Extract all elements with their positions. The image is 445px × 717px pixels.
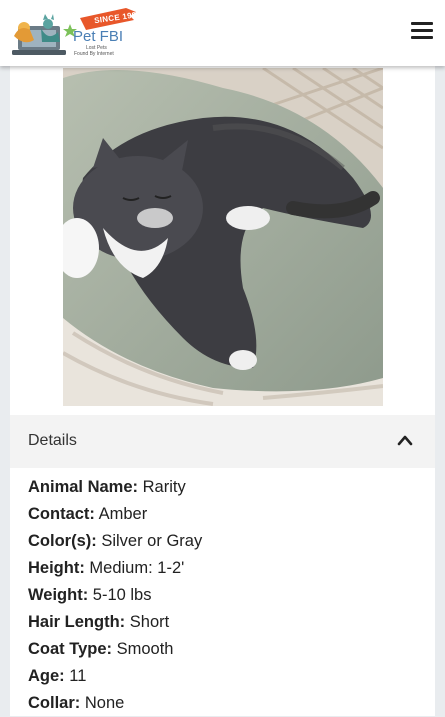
- detail-value: None: [84, 694, 125, 712]
- pet-details-card: Details Animal Name: Rarity Contact: Amb…: [10, 66, 435, 716]
- logo-brand-name: Pet FBI: [73, 28, 124, 45]
- logo-tagline-line2: Found By Internet: [74, 51, 114, 57]
- detail-value: Rarity: [142, 478, 186, 496]
- detail-label: Age:: [28, 667, 65, 685]
- detail-label: Height:: [28, 559, 85, 577]
- detail-value: Smooth: [116, 640, 174, 658]
- detail-value: Silver or Gray: [101, 532, 203, 550]
- detail-value: 11: [69, 667, 87, 685]
- detail-row-coat-type: Coat Type: Smooth: [28, 636, 428, 663]
- detail-label: Color(s):: [28, 532, 97, 550]
- detail-label: Animal Name:: [28, 478, 139, 496]
- hamburger-menu-icon[interactable]: [411, 22, 433, 40]
- detail-label: Hair Length:: [28, 613, 126, 631]
- details-accordion-header[interactable]: Details: [10, 415, 435, 468]
- detail-row-animal-name: Animal Name: Rarity: [28, 474, 428, 501]
- detail-label: Weight:: [28, 586, 89, 604]
- detail-row-colors: Color(s): Silver or Gray: [28, 528, 428, 555]
- detail-value: Short: [129, 613, 170, 631]
- chevron-up-icon[interactable]: [397, 434, 413, 446]
- detail-row-age: Age: 11: [28, 663, 428, 690]
- detail-row-hair-length: Hair Length: Short: [28, 609, 428, 636]
- pet-fbi-logo[interactable]: SINCE 1998 Pet FBI Lost Pets Found By In…: [8, 6, 143, 61]
- detail-value: Amber: [98, 505, 148, 523]
- detail-row-contact: Contact: Amber: [28, 501, 428, 528]
- detail-row-weight: Weight: 5-10 lbs: [28, 582, 428, 609]
- pet-photo[interactable]: [63, 68, 383, 406]
- detail-row-collar: Collar: None: [28, 690, 428, 717]
- site-header: SINCE 1998 Pet FBI Lost Pets Found By In…: [0, 0, 445, 66]
- detail-row-height: Height: Medium: 1-2': [28, 555, 428, 582]
- detail-label: Contact:: [28, 505, 95, 523]
- details-list: Animal Name: Rarity Contact: Amber Color…: [28, 474, 428, 717]
- details-title: Details: [28, 432, 77, 449]
- detail-label: Collar:: [28, 694, 81, 712]
- cat-photo-image: [63, 68, 383, 406]
- detail-label: Coat Type:: [28, 640, 113, 658]
- detail-value: 5-10 lbs: [92, 586, 152, 604]
- detail-value: Medium: 1-2': [89, 559, 185, 577]
